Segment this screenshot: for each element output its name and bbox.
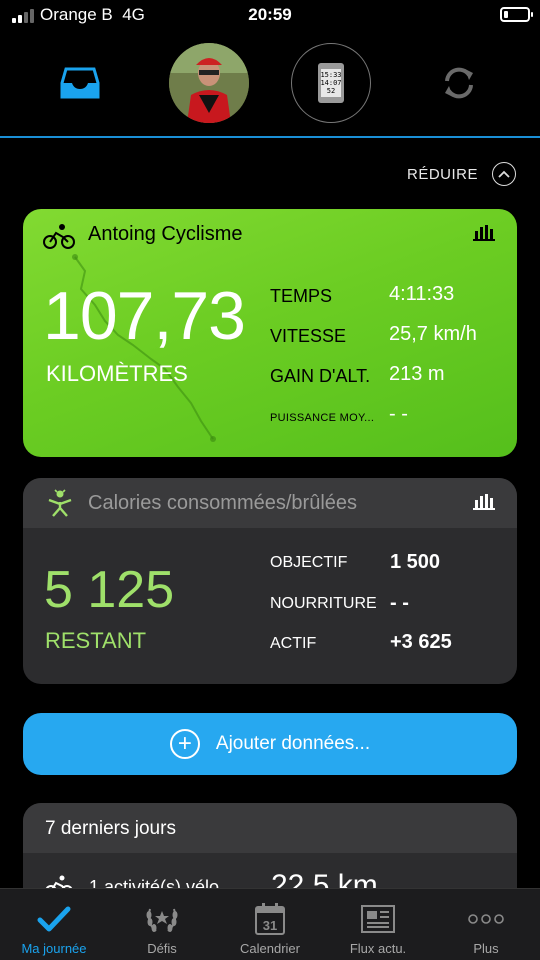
sync-icon[interactable] [419,43,499,123]
tab-label: Calendrier [240,941,300,956]
stat-value-time: 4:11:33 [389,283,455,305]
svg-text:52: 52 [327,87,335,95]
newsfeed-icon [360,901,396,937]
device-watch-button[interactable]: 15:33 14:07 52 [291,43,371,123]
chevron-up-icon [492,162,516,186]
stat-label-elevation: GAIN D'ALT. [270,366,371,386]
calendar-icon: 31 [254,901,286,937]
nav-divider [0,136,540,138]
status-time: 20:59 [248,5,292,24]
inbox-icon[interactable] [40,43,120,123]
svg-text:31: 31 [263,918,277,933]
tab-newsfeed[interactable]: Flux actu. [324,889,432,960]
tab-challenges[interactable]: Défis [108,889,216,960]
stat-label-power: PUISSANCE MOY... [270,412,375,424]
distance-unit: KILOMÈTRES [46,361,188,386]
cal-label-goal: OBJECTIF [270,554,348,571]
tab-label: Ma journée [21,941,87,956]
watch-icon: 15:33 14:07 52 [318,63,344,103]
more-icon [467,901,505,937]
calories-title: Calories consommées/brûlées [88,492,358,514]
calories-value: 5 125 [44,561,175,619]
tab-my-day[interactable]: Ma journée [0,889,108,960]
activity-card[interactable]: Antoing Cyclisme 107,73 KILOMÈTRES TEMPS… [23,209,517,457]
svg-text:14:07: 14:07 [320,79,341,87]
plus-icon: + [169,729,200,759]
battery-icon [500,7,533,22]
collapse-button[interactable]: RÉDUIRE [407,162,516,186]
top-nav: 15:33 14:07 52 [0,38,540,136]
stat-value-power: - - [389,403,408,425]
cal-value-active: +3 625 [390,631,452,653]
stat-label-time: TEMPS [270,286,333,306]
checkmark-icon [37,901,71,937]
tab-bar: Ma journée Défis 31 Calendrier Flux actu… [0,888,540,960]
svg-text:15:33: 15:33 [320,71,341,79]
tab-calendar[interactable]: 31 Calendrier [216,889,324,960]
status-bar: Orange B 4G 20:59 [0,0,540,32]
stat-value-elevation: 213 m [389,363,445,385]
stat-value-speed: 25,7 km/h [389,323,477,345]
distance-value: 107,73 [43,278,246,354]
tab-label: Défis [147,941,177,956]
chart-icon[interactable] [473,492,495,510]
tab-label: Flux actu. [349,941,407,956]
laurel-icon [144,901,180,937]
last-7-days-title: 7 derniers jours [45,818,176,839]
tab-label: Plus [473,941,499,956]
add-data-label: Ajouter données... [215,733,371,754]
cal-label-food: NOURRITURE [270,595,377,612]
bike-icon [43,224,75,249]
cal-label-active: ACTIF [270,635,317,652]
add-data-button[interactable]: + Ajouter données... [23,713,517,775]
person-icon [48,489,72,517]
tab-more[interactable]: Plus [432,889,540,960]
chart-icon[interactable] [473,223,495,241]
activity-title: Antoing Cyclisme [88,223,243,245]
stat-label-speed: VITESSE [270,326,347,346]
calories-unit: RESTANT [45,628,147,653]
cal-value-food: - - [390,592,409,614]
cal-value-goal: 1 500 [390,551,441,573]
avatar[interactable] [169,43,249,123]
collapse-label: RÉDUIRE [406,165,478,183]
calories-card[interactable]: Calories consommées/brûlées 5 125 RESTAN… [23,478,517,684]
